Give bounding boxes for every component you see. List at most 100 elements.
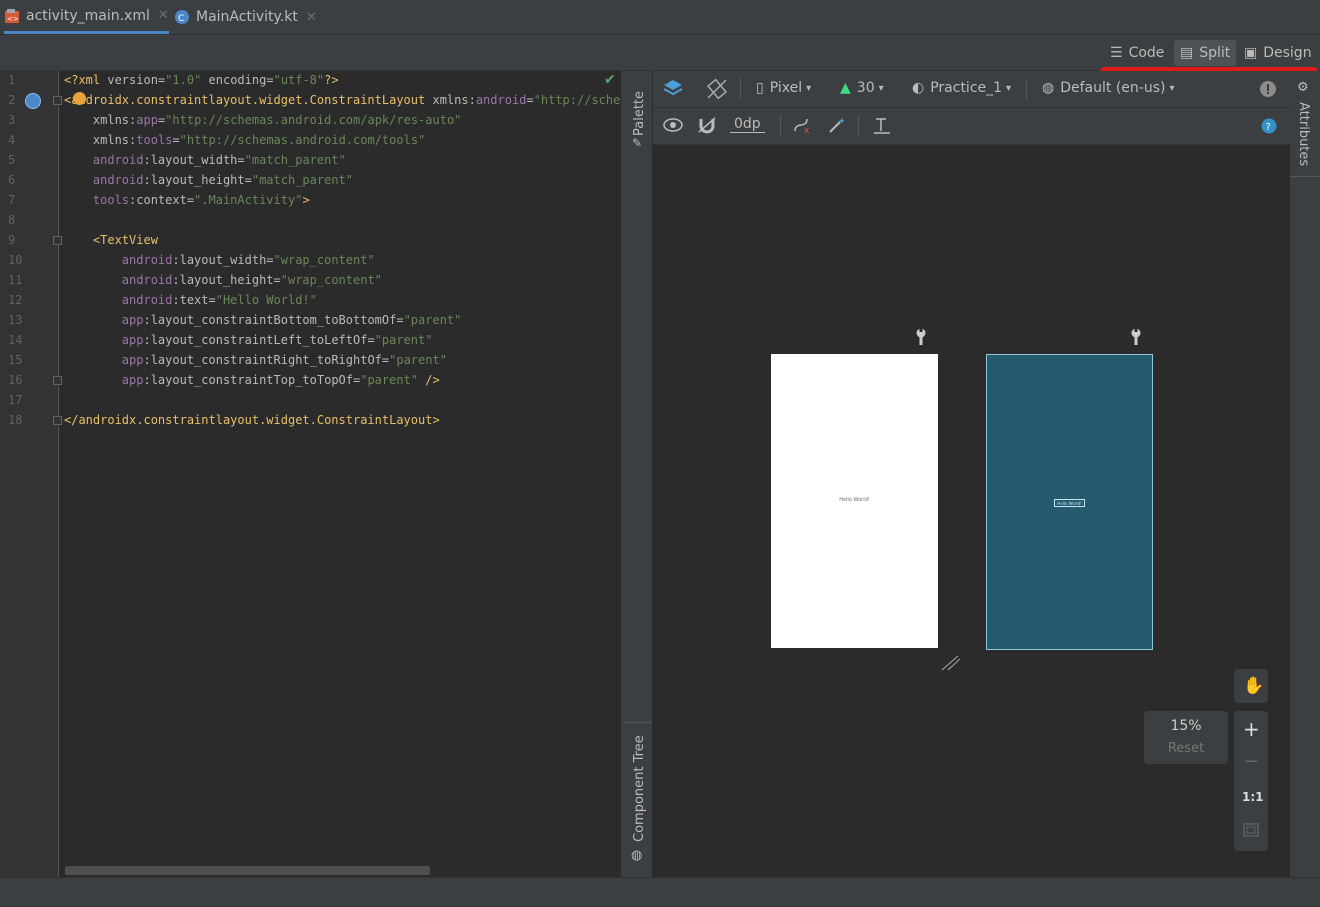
code-line-14: app:layout_constraintLeft_toLeftOf="pare… bbox=[121, 333, 433, 347]
chevron-down-icon: ▾ bbox=[1006, 82, 1012, 94]
palette-tab[interactable]: Palette bbox=[632, 91, 647, 136]
zoom-out-icon[interactable]: − bbox=[1244, 751, 1259, 772]
resize-handle[interactable] bbox=[940, 654, 962, 676]
checkmark-icon: ✔ bbox=[604, 72, 616, 88]
line-number: 9 bbox=[8, 233, 16, 247]
code-line-16: app:layout_constraintTop_toTopOf="parent… bbox=[121, 373, 440, 387]
split-view-button[interactable]: ▤ Split bbox=[1174, 40, 1237, 66]
code-line-12: android:text="Hello World!" bbox=[121, 293, 317, 307]
chevron-down-icon: ▾ bbox=[878, 82, 884, 94]
help-icon[interactable]: ? bbox=[1261, 118, 1277, 134]
horizontal-scrollbar[interactable] bbox=[65, 866, 430, 875]
strip-divider bbox=[1290, 176, 1320, 177]
lightbulb-icon[interactable] bbox=[73, 92, 86, 105]
line-number: 7 bbox=[8, 193, 16, 207]
xml-file-icon: <> bbox=[4, 8, 20, 24]
separator bbox=[780, 115, 781, 137]
chevron-down-icon: ▾ bbox=[806, 82, 812, 94]
locale-label: Default (en-us) bbox=[1060, 80, 1166, 96]
clear-constraints-icon[interactable]: x bbox=[792, 116, 812, 134]
split-view-label: Split bbox=[1199, 45, 1231, 61]
line-number: 1 bbox=[8, 73, 16, 87]
line-number: 14 bbox=[8, 333, 23, 347]
pan-button[interactable]: ✋ bbox=[1234, 669, 1268, 703]
design-view-label: Design bbox=[1263, 45, 1312, 61]
line-number: 11 bbox=[8, 273, 23, 287]
line-number: 13 bbox=[8, 313, 23, 327]
zoom-reset[interactable]: Reset bbox=[1144, 741, 1228, 756]
lines-icon: ☰ bbox=[1110, 45, 1123, 61]
baseline-icon[interactable] bbox=[872, 116, 892, 136]
code-line-10: android:layout_width="wrap_content" bbox=[121, 253, 375, 267]
fold-marker[interactable] bbox=[53, 376, 62, 385]
theme-label: Practice_1 bbox=[930, 80, 1003, 96]
svg-text:?: ? bbox=[1266, 122, 1271, 133]
code-line-1: <?xml version="1.0" encoding="utf-8"?> bbox=[64, 73, 339, 87]
line-number: 2 bbox=[8, 93, 16, 107]
attributes-tab[interactable]: Attributes bbox=[1296, 102, 1311, 166]
code-view-button[interactable]: ☰ Code bbox=[1104, 40, 1170, 66]
split-icon: ▤ bbox=[1180, 45, 1194, 61]
separator bbox=[740, 78, 741, 100]
component-tree-tab[interactable]: Component Tree bbox=[632, 735, 647, 842]
fold-marker[interactable] bbox=[53, 96, 62, 105]
orientation-icon[interactable] bbox=[706, 78, 728, 100]
zoom-card: 15% Reset bbox=[1144, 711, 1228, 764]
theme-selector[interactable]: ◐ Practice_1 ▾ bbox=[912, 80, 1011, 96]
zoom-level: 15% bbox=[1170, 718, 1202, 734]
svg-text:x: x bbox=[804, 126, 810, 134]
android-icon: ▲ bbox=[840, 80, 851, 96]
warning-icon[interactable] bbox=[1259, 80, 1277, 98]
zoom-in-icon[interactable]: + bbox=[1243, 717, 1260, 741]
fit-screen-icon[interactable] bbox=[1243, 823, 1259, 841]
sliders-icon: ⚙ bbox=[1297, 80, 1309, 95]
actual-size-button[interactable]: 1:1 bbox=[1242, 790, 1264, 804]
editor-gutter bbox=[0, 71, 59, 877]
design-canvas[interactable] bbox=[653, 145, 1290, 877]
theme-icon: ◐ bbox=[912, 80, 925, 96]
code-line-2: <androidx.constraintlayout.widget.Constr… bbox=[64, 93, 643, 107]
code-view-label: Code bbox=[1128, 45, 1165, 61]
layers-icon[interactable] bbox=[663, 78, 683, 98]
magic-wand-icon[interactable]: ✦ bbox=[827, 116, 847, 134]
separator bbox=[1026, 78, 1027, 100]
code-line-15: app:layout_constraintRight_toRightOf="pa… bbox=[121, 353, 447, 367]
hello-world-text[interactable]: Hello World! bbox=[771, 497, 938, 503]
line-number: 18 bbox=[8, 413, 23, 427]
api-selector[interactable]: ▲ 30 ▾ bbox=[840, 80, 884, 96]
magnet-icon[interactable] bbox=[697, 116, 717, 134]
status-bar bbox=[0, 877, 1320, 907]
eye-icon[interactable] bbox=[663, 116, 685, 134]
code-line-7: tools:context=".MainActivity"> bbox=[92, 193, 310, 207]
code-editor[interactable] bbox=[0, 71, 620, 877]
default-margin-field[interactable]: 0dp bbox=[730, 116, 765, 133]
svg-text:C: C bbox=[178, 14, 184, 24]
tab-mainactivity-kt[interactable]: C MainActivity.kt ✕ bbox=[174, 0, 317, 34]
wrench-icon[interactable] bbox=[1129, 328, 1143, 350]
fold-marker[interactable] bbox=[53, 236, 62, 245]
code-line-6: android:layout_height="match_parent" bbox=[92, 173, 354, 187]
design-view-button[interactable]: ▣ Design bbox=[1238, 40, 1318, 66]
line-number: 12 bbox=[8, 293, 23, 307]
device-selector[interactable]: ▯ Pixel ▾ bbox=[756, 80, 811, 96]
api-label: 30 bbox=[856, 80, 875, 96]
palette-icon: ✎ bbox=[632, 136, 643, 150]
fold-marker[interactable] bbox=[53, 416, 62, 425]
code-line-4: xmlns:tools="http://schemas.android.com/… bbox=[92, 133, 426, 147]
wrench-icon[interactable] bbox=[914, 328, 928, 350]
hello-world-blueprint[interactable]: Hello World! bbox=[1054, 499, 1085, 507]
phone-icon: ▯ bbox=[756, 80, 764, 96]
globe-icon: ◍ bbox=[631, 848, 643, 863]
chevron-down-icon: ▾ bbox=[1169, 82, 1175, 94]
locale-selector[interactable]: ◍ Default (en-us) ▾ bbox=[1042, 80, 1174, 96]
line-number: 17 bbox=[8, 393, 23, 407]
line-number: 10 bbox=[8, 253, 23, 267]
line-number: 15 bbox=[8, 353, 23, 367]
globe-icon: ◍ bbox=[1042, 80, 1055, 96]
line-number: 16 bbox=[8, 373, 23, 387]
strip-divider bbox=[624, 722, 652, 723]
line-number: 8 bbox=[8, 213, 16, 227]
close-icon[interactable]: ✕ bbox=[158, 8, 169, 23]
close-icon[interactable]: ✕ bbox=[306, 10, 317, 25]
tab-activity-main-xml[interactable]: <> activity_main.xml ✕ bbox=[4, 0, 169, 34]
